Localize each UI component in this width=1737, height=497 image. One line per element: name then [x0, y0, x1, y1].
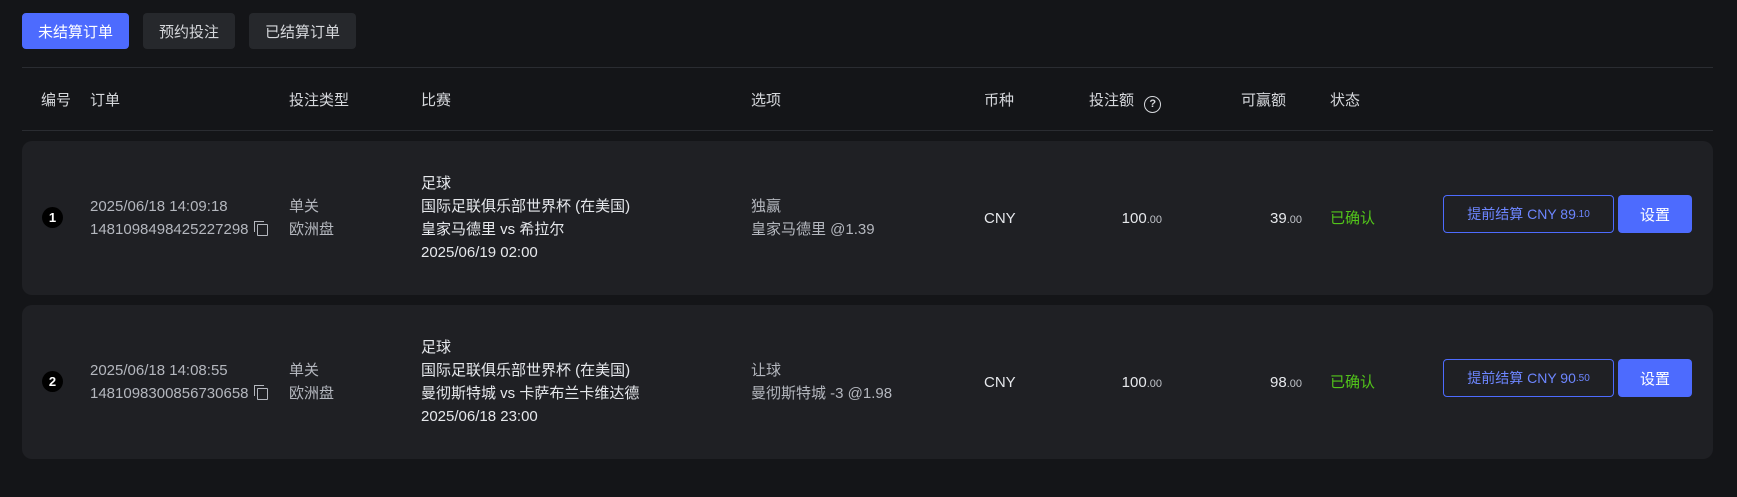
bet-type-cell: 单关 欧洲盘: [289, 359, 334, 405]
tab-scheduled-bets[interactable]: 预约投注: [143, 13, 236, 49]
order-cell: 2025/06/18 14:09:18 1481098498425227298: [90, 195, 268, 241]
status-badge: 已确认: [1330, 210, 1376, 227]
market: 让球: [751, 362, 782, 379]
column-header-stake: 投注额 ?: [1089, 89, 1162, 113]
payout-decimal: .00: [1286, 378, 1302, 390]
stake-amount: 100.00: [1082, 207, 1162, 232]
stake-decimal: .00: [1146, 214, 1162, 226]
stake-integer: 100: [1121, 210, 1147, 227]
row-index-badge: 1: [42, 207, 63, 228]
early-settle-decimal: .10: [1575, 208, 1590, 220]
tab-settled-orders[interactable]: 已结算订单: [249, 13, 357, 49]
sport: 足球: [421, 339, 452, 356]
table-header: 编号 订单 投注类型 比赛 选项 币种 投注额 ? 可赢额 状态: [0, 68, 1737, 130]
column-header-status: 状态: [1330, 92, 1361, 109]
selection: 曼彻斯特城 -3 @1.98: [751, 385, 893, 402]
column-header-match: 比赛: [421, 92, 452, 109]
payout-amount: 39.00: [1222, 207, 1302, 232]
tab-unsettled-orders[interactable]: 未结算订单: [22, 13, 130, 49]
table-row: 2 2025/06/18 14:08:55 148109830085673065…: [22, 305, 1713, 459]
column-header-bet-type: 投注类型: [289, 92, 350, 109]
order-id: 1481098300856730658: [90, 385, 249, 402]
early-settle-label: 提前结算 CNY 89: [1467, 206, 1576, 222]
selection: 皇家马德里 @1.39: [751, 221, 875, 238]
order-id-line: 1481098300856730658: [90, 382, 268, 405]
column-header-order: 订单: [90, 92, 121, 109]
stake-decimal: .00: [1146, 378, 1162, 390]
teams: 曼彻斯特城 vs 卡萨布兰卡维达德: [421, 385, 640, 402]
early-settle-label: 提前结算 CNY 90: [1467, 370, 1576, 386]
payout-amount: 98.00: [1222, 371, 1302, 396]
option-cell: 独赢 皇家马德里 @1.39: [751, 195, 875, 241]
option-cell: 让球 曼彻斯特城 -3 @1.98: [751, 359, 892, 405]
column-header-currency: 币种: [984, 92, 1015, 109]
match-time: 2025/06/19 02:00: [421, 244, 538, 261]
order-id: 1481098498425227298: [90, 221, 249, 238]
early-settle-decimal: .50: [1575, 372, 1590, 384]
match-time: 2025/06/18 23:00: [421, 408, 538, 425]
bet-type: 单关: [289, 362, 320, 379]
settings-button[interactable]: 设置: [1618, 359, 1692, 397]
odds-type: 欧洲盘: [289, 221, 335, 238]
order-tabs: 未结算订单 预约投注 已结算订单: [22, 13, 357, 49]
market: 独赢: [751, 198, 782, 215]
row-index-badge: 2: [42, 371, 63, 392]
column-header-stake-label: 投注额: [1089, 92, 1135, 109]
league: 国际足联俱乐部世界杯 (在美国): [421, 362, 631, 379]
match-cell: 足球 国际足联俱乐部世界杯 (在美国) 曼彻斯特城 vs 卡萨布兰卡维达德 20…: [421, 336, 639, 428]
bet-type-cell: 单关 欧洲盘: [289, 195, 334, 241]
order-cell: 2025/06/18 14:08:55 1481098300856730658: [90, 359, 268, 405]
copy-icon[interactable]: [253, 385, 268, 400]
teams: 皇家马德里 vs 希拉尔: [421, 221, 565, 238]
odds-type: 欧洲盘: [289, 385, 335, 402]
table-header-bottom-divider: [22, 130, 1713, 131]
column-header-index: 编号: [41, 92, 72, 109]
payout-decimal: .00: [1286, 214, 1302, 226]
copy-icon[interactable]: [253, 221, 268, 236]
bet-type: 单关: [289, 198, 320, 215]
question-circle-icon[interactable]: ?: [1144, 95, 1162, 113]
early-settle-button[interactable]: 提前结算 CNY 89.10: [1443, 195, 1614, 233]
status-badge: 已确认: [1330, 374, 1376, 391]
order-id-line: 1481098498425227298: [90, 218, 268, 241]
currency: CNY: [984, 210, 1016, 227]
match-cell: 足球 国际足联俱乐部世界杯 (在美国) 皇家马德里 vs 希拉尔 2025/06…: [421, 172, 630, 264]
stake-amount: 100.00: [1082, 371, 1162, 396]
currency: CNY: [984, 374, 1016, 391]
column-header-option: 选项: [751, 92, 782, 109]
stake-integer: 100: [1121, 374, 1147, 391]
payout-integer: 39: [1270, 210, 1287, 227]
order-time: 2025/06/18 14:09:18: [90, 198, 228, 215]
league: 国际足联俱乐部世界杯 (在美国): [421, 198, 631, 215]
payout-integer: 98: [1270, 374, 1287, 391]
column-header-payout: 可赢额: [1241, 92, 1287, 109]
settings-button[interactable]: 设置: [1618, 195, 1692, 233]
order-time: 2025/06/18 14:08:55: [90, 362, 228, 379]
early-settle-button[interactable]: 提前结算 CNY 90.50: [1443, 359, 1614, 397]
sport: 足球: [421, 175, 452, 192]
table-row: 1 2025/06/18 14:09:18 148109849842522729…: [22, 141, 1713, 295]
